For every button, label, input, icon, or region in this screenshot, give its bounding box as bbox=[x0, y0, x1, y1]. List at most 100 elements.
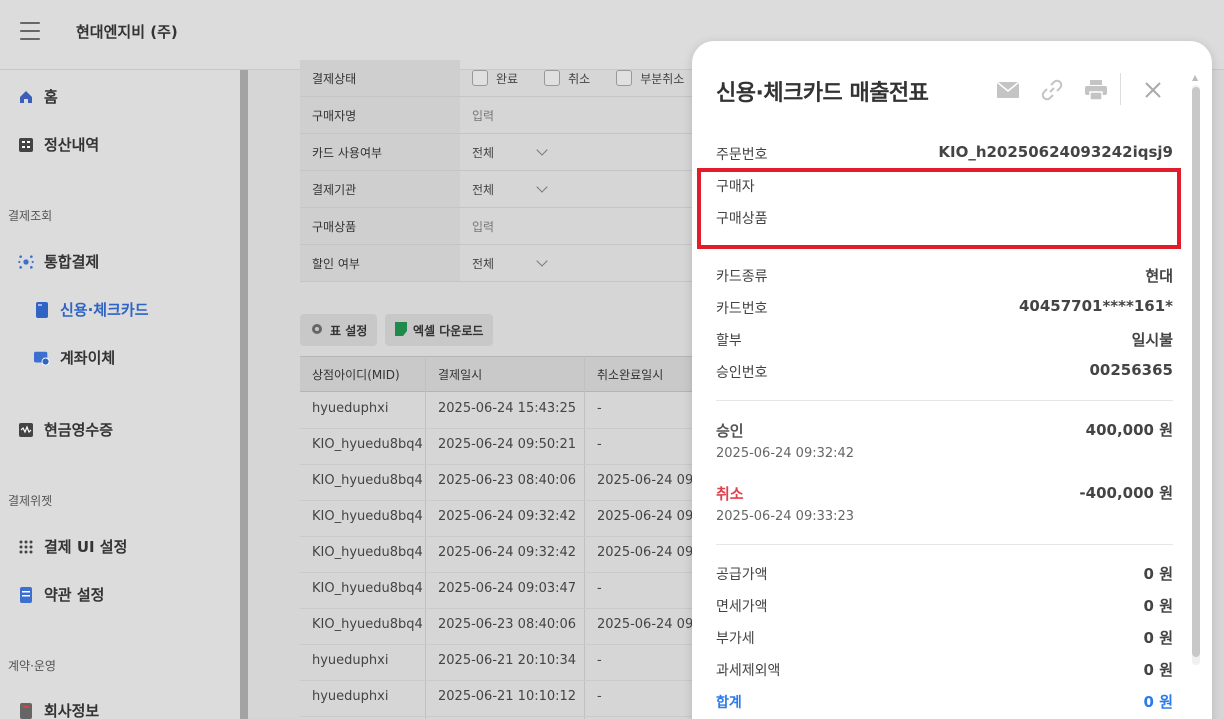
icon-divider bbox=[1120, 73, 1121, 105]
filter-label: 결제상태 bbox=[300, 60, 460, 96]
sidebar-item-payment-ui[interactable]: 결제 UI 설정 bbox=[18, 536, 127, 557]
table-cell[interactable]: KIO_hyuedu8bq4 bbox=[312, 437, 423, 452]
panel-scrollbar-thumb[interactable] bbox=[1192, 87, 1200, 657]
table-cell[interactable]: - bbox=[597, 653, 602, 668]
scroll-up-icon[interactable]: ▲ bbox=[1192, 73, 1198, 82]
sidebar-item-label: 계좌이체 bbox=[60, 349, 116, 367]
grid-dots-icon bbox=[18, 539, 34, 555]
row-divider bbox=[300, 644, 700, 645]
sidebar-item-cash-receipt[interactable]: 현금영수증 bbox=[18, 419, 113, 440]
filter-discount-row: 할인 여부 전체 bbox=[300, 245, 720, 282]
total-value: 0 원 bbox=[1143, 693, 1173, 711]
calculator-icon bbox=[18, 137, 34, 153]
card-use-select[interactable]: 전체 bbox=[460, 144, 548, 161]
column-header[interactable]: 결제일시 bbox=[438, 366, 482, 383]
table-cell[interactable]: 2025-06-24 09:32:42 bbox=[438, 509, 576, 524]
select-value: 전체 bbox=[472, 182, 495, 197]
filter-label: 카드 사용여부 bbox=[300, 134, 460, 170]
table-cell[interactable]: - bbox=[597, 689, 602, 704]
table-cell[interactable]: 2025-06-24 09 bbox=[597, 617, 693, 632]
sidebar-item-home[interactable]: 홈 bbox=[18, 86, 58, 107]
divider bbox=[716, 544, 1173, 545]
table-cell[interactable]: 2025-06-21 20:10:34 bbox=[438, 653, 576, 668]
section-label-widget: 결제위젯 bbox=[8, 494, 53, 508]
mail-icon[interactable] bbox=[995, 77, 1021, 103]
print-icon[interactable] bbox=[1083, 77, 1109, 103]
checkbox-cancel[interactable] bbox=[544, 70, 561, 86]
table-cell[interactable]: 2025-06-24 15:43:25 bbox=[438, 401, 576, 416]
checkbox-label: 완료 bbox=[496, 71, 519, 86]
sidebar-item-settlement[interactable]: 정산내역 bbox=[18, 134, 99, 155]
filter-product-row: 구매상품 입력 bbox=[300, 208, 720, 245]
button-label: 표 설정 bbox=[330, 323, 368, 338]
checkbox-complete[interactable] bbox=[472, 70, 488, 86]
table-cell[interactable]: KIO_hyuedu8bq4 bbox=[312, 473, 423, 488]
sidebar-item-label: 통합결제 bbox=[44, 253, 100, 271]
sidebar-item-account-transfer[interactable]: 계좌이체 bbox=[34, 347, 115, 368]
table-cell[interactable]: KIO_hyuedu8bq4 bbox=[312, 617, 423, 632]
table-cell[interactable]: 2025-06-24 09 bbox=[597, 473, 693, 488]
table-cell[interactable]: - bbox=[597, 437, 602, 452]
approve-amount: 400,000 원 bbox=[1085, 421, 1173, 439]
link-icon[interactable] bbox=[1039, 77, 1065, 103]
table-cell[interactable]: 2025-06-24 09:50:21 bbox=[438, 437, 576, 452]
discount-select[interactable]: 전체 bbox=[460, 255, 548, 272]
sidebar-scrollbar[interactable] bbox=[240, 70, 248, 719]
column-divider bbox=[425, 356, 426, 719]
table-cell[interactable]: KIO_hyuedu8bq4 bbox=[312, 581, 423, 596]
column-header[interactable]: 상점아이디(MID) bbox=[312, 366, 400, 383]
table-cell[interactable]: 2025-06-24 09 bbox=[597, 509, 693, 524]
row-divider bbox=[300, 680, 700, 681]
chevron-down-icon bbox=[536, 181, 548, 193]
network-icon bbox=[18, 254, 34, 270]
table-cell[interactable]: - bbox=[597, 581, 602, 596]
select-value: 전체 bbox=[472, 256, 495, 271]
sidebar-item-company-info[interactable]: 회사정보 bbox=[18, 700, 99, 719]
total-label: 합계 bbox=[716, 695, 742, 711]
table-cell[interactable]: KIO_hyuedu8bq4 bbox=[312, 545, 423, 560]
cancel-label: 취소 bbox=[716, 485, 744, 503]
table-cell[interactable]: 2025-06-24 09:32:42 bbox=[438, 545, 576, 560]
table-cell[interactable]: hyueduphxi bbox=[312, 653, 388, 668]
excluded-value: 0 원 bbox=[1143, 661, 1173, 679]
table-cell[interactable]: 2025-06-21 10:10:12 bbox=[438, 689, 576, 704]
sidebar-item-credit-card[interactable]: 신용·체크카드 bbox=[34, 299, 149, 320]
checkbox-label: 부분취소 bbox=[640, 71, 685, 86]
building-icon bbox=[18, 702, 34, 719]
filter-label: 구매자명 bbox=[300, 97, 460, 133]
chevron-down-icon bbox=[536, 144, 548, 156]
product-input[interactable]: 입력 bbox=[460, 218, 494, 235]
sidebar-item-label: 현금영수증 bbox=[44, 421, 114, 439]
table-cell[interactable]: 2025-06-23 08:40:06 bbox=[438, 617, 576, 632]
menu-icon[interactable] bbox=[20, 22, 40, 40]
table-settings-button[interactable]: 표 설정 bbox=[300, 314, 378, 346]
product-label: 구매상품 bbox=[716, 211, 768, 227]
row-divider bbox=[300, 716, 700, 717]
filter-status-row: 결제상태 완료 취소 부분취소 bbox=[300, 60, 720, 97]
chevron-down-icon bbox=[536, 255, 548, 267]
table-cell[interactable]: 2025-06-24 09:03:47 bbox=[438, 581, 576, 596]
sidebar-item-label: 회사정보 bbox=[44, 702, 100, 719]
sidebar-item-terms[interactable]: 약관 설정 bbox=[18, 584, 104, 605]
table-cell[interactable]: KIO_hyuedu8bq4 bbox=[312, 509, 423, 524]
table-cell[interactable]: - bbox=[597, 401, 602, 416]
table-cell[interactable]: hyueduphxi bbox=[312, 689, 388, 704]
close-icon[interactable] bbox=[1140, 77, 1166, 103]
order-no-label: 주문번호 bbox=[716, 147, 768, 163]
checkbox-partial-cancel[interactable] bbox=[616, 70, 633, 86]
sidebar-item-integrated[interactable]: 통합결제 bbox=[18, 251, 99, 272]
row-divider bbox=[300, 536, 700, 537]
sidebar-item-label: 약관 설정 bbox=[44, 586, 105, 604]
excel-icon bbox=[395, 321, 407, 339]
table-cell[interactable]: 2025-06-24 09 bbox=[597, 545, 693, 560]
row-divider bbox=[300, 608, 700, 609]
sales-slip-panel: 신용·체크카드 매출전표 ▲ 주문번호 KIO_h20250624093242i… bbox=[692, 41, 1212, 719]
issuer-select[interactable]: 전체 bbox=[460, 181, 548, 198]
table-cell[interactable]: hyueduphxi bbox=[312, 401, 388, 416]
column-header[interactable]: 취소완료일시 bbox=[597, 366, 663, 383]
column-divider bbox=[584, 356, 585, 719]
table-cell[interactable]: 2025-06-23 08:40:06 bbox=[438, 473, 576, 488]
sidebar-item-label: 홈 bbox=[44, 88, 58, 106]
buyer-input[interactable]: 입력 bbox=[460, 107, 494, 124]
excel-download-button[interactable]: 엑셀 다운로드 bbox=[385, 314, 494, 346]
